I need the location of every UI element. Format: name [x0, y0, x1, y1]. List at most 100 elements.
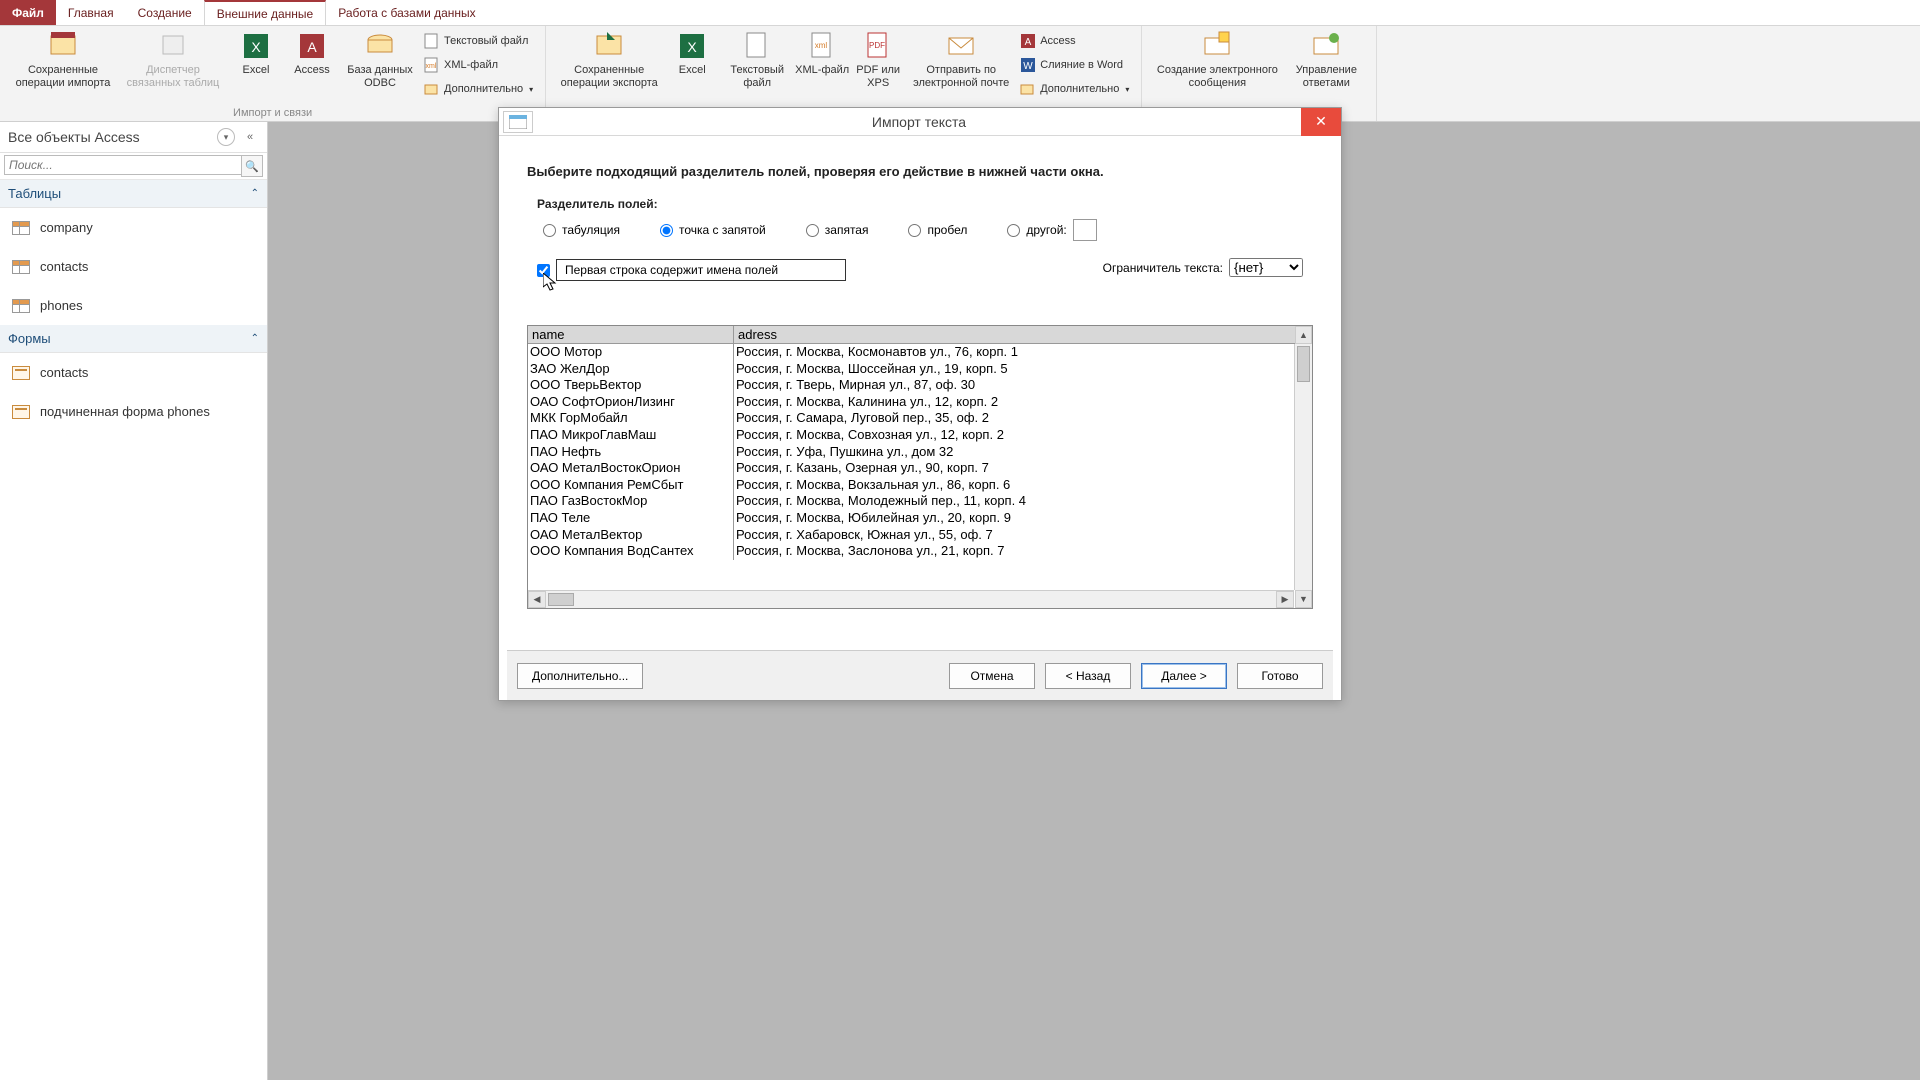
preview-row[interactable]: ПАО ГазВостокМорРоссия, г. Москва, Молод… [528, 493, 1312, 510]
close-button[interactable]: ✕ [1301, 108, 1341, 136]
label: Диспетчер связанных таблиц [118, 64, 228, 90]
import-more-button[interactable]: Дополнительно▾ [420, 78, 537, 100]
tab-home[interactable]: Главная [56, 0, 126, 25]
nav-header[interactable]: Все объекты Access ▾ « [0, 122, 267, 153]
saved-export-button[interactable]: Сохраненные операции экспорта [554, 30, 664, 90]
qualifier-select[interactable]: {нет} [1229, 258, 1303, 277]
nav-table-item[interactable]: phones [0, 286, 267, 325]
manage-replies-button[interactable]: Управление ответами [1284, 30, 1368, 90]
preview-row[interactable]: ОАО СофтОрионЛизингРоссия, г. Москва, Ка… [528, 394, 1312, 411]
form-icon [12, 405, 30, 419]
tab-create[interactable]: Создание [126, 0, 204, 25]
scroll-down-icon[interactable]: ▼ [1295, 590, 1312, 608]
create-email-msg-button[interactable]: Создание электронного сообщения [1150, 30, 1284, 90]
preview-row[interactable]: ЗАО ЖелДорРоссия, г. Москва, Шоссейная у… [528, 361, 1312, 378]
scroll-thumb[interactable] [548, 593, 574, 606]
radio-space[interactable]: пробел [908, 223, 967, 237]
cell-name: ООО Мотор [528, 344, 734, 361]
preview-grid[interactable]: name adress ООО МоторРоссия, г. Москва, … [527, 325, 1313, 609]
import-access-button[interactable]: A Access [284, 30, 340, 77]
more-icon [1020, 81, 1036, 97]
export-pdf-button[interactable]: PDF PDF или XPS [850, 30, 906, 90]
col-header-name[interactable]: name [528, 326, 734, 343]
cell-adress: Россия, г. Самара, Луговой пер., 35, оф.… [734, 410, 1312, 427]
search-icon[interactable]: 🔍 [241, 155, 263, 177]
back-button[interactable]: < Назад [1045, 663, 1131, 689]
export-more-button[interactable]: Дополнительно▾ [1016, 78, 1133, 100]
radio-semicolon[interactable]: точка с запятой [660, 223, 766, 237]
export-xml-button[interactable]: xml XML-файл [794, 30, 850, 77]
other-char-input[interactable] [1073, 219, 1097, 241]
scroll-track[interactable] [546, 591, 1276, 608]
cell-adress: Россия, г. Москва, Заслонова ул., 21, ко… [734, 543, 1312, 560]
chevron-down-icon[interactable]: ▾ [217, 128, 235, 146]
group-forms[interactable]: Формы⌃ [0, 325, 267, 353]
label: XML-файл [444, 59, 498, 71]
preview-row[interactable]: ООО МоторРоссия, г. Москва, Космонавтов … [528, 344, 1312, 361]
horizontal-scrollbar[interactable]: ◀ ▶ [528, 590, 1294, 608]
export-word-merge-button[interactable]: WСлияние в Word [1016, 54, 1133, 76]
radio-other[interactable]: другой: [1007, 219, 1096, 241]
preview-row[interactable]: ОАО МеталВекторРоссия, г. Хабаровск, Южн… [528, 527, 1312, 544]
label: Дополнительно [444, 83, 523, 95]
scroll-right-icon[interactable]: ▶ [1276, 591, 1294, 608]
vertical-scrollbar[interactable]: ▲ ▼ [1294, 344, 1312, 590]
svg-text:xml: xml [426, 63, 437, 70]
nav-table-item[interactable]: company [0, 208, 267, 247]
radio-tab[interactable]: табуляция [543, 223, 620, 237]
saved-import-button[interactable]: Сохраненные операции импорта [8, 30, 118, 90]
import-odbc-button[interactable]: База данных ODBC [340, 30, 420, 90]
import-text-button[interactable]: Текстовый файл [420, 30, 537, 52]
cell-name: ПАО Теле [528, 510, 734, 527]
nav-form-item[interactable]: подчиненная форма phones [0, 392, 267, 431]
preview-row[interactable]: ООО Компания ВодСантехРоссия, г. Москва,… [528, 543, 1312, 560]
group-tables[interactable]: Таблицы⌃ [0, 180, 267, 208]
preview-row[interactable]: ООО ТверьВекторРоссия, г. Тверь, Мирная … [528, 377, 1312, 394]
preview-row[interactable]: ПАО МикроГлавМашРоссия, г. Москва, Совхо… [528, 427, 1312, 444]
preview-row[interactable]: ПАО НефтьРоссия, г. Уфа, Пушкина ул., до… [528, 444, 1312, 461]
label: Слияние в Word [1040, 59, 1123, 71]
col-header-adress[interactable]: adress [734, 326, 1312, 343]
tab-database-tools[interactable]: Работа с базами данных [326, 0, 487, 25]
search-input[interactable] [4, 155, 242, 175]
preview-row[interactable]: МКК ГорМобайлРоссия, г. Самара, Луговой … [528, 410, 1312, 427]
preview-row[interactable]: ОАО МеталВостокОрионРоссия, г. Казань, О… [528, 460, 1312, 477]
scroll-thumb[interactable] [1297, 346, 1310, 382]
scroll-up-icon[interactable]: ▲ [1295, 326, 1312, 344]
tab-file[interactable]: Файл [0, 0, 56, 25]
finish-button[interactable]: Готово [1237, 663, 1323, 689]
import-text-wizard-dialog: Импорт текста ✕ Выберите подходящий разд… [498, 107, 1342, 701]
navigation-pane: Все объекты Access ▾ « 🔍 Таблицы⌃ compan… [0, 122, 268, 1080]
tab-external-data[interactable]: Внешние данные [204, 0, 327, 25]
label: phones [40, 298, 83, 313]
cancel-button[interactable]: Отмена [949, 663, 1035, 689]
cell-name: ООО ТверьВектор [528, 377, 734, 394]
label: точка с запятой [679, 223, 766, 237]
export-access-button[interactable]: AAccess [1016, 30, 1133, 52]
collapse-icon[interactable]: « [241, 128, 259, 146]
import-excel-button[interactable]: X Excel [228, 30, 284, 77]
cell-adress: Россия, г. Москва, Космонавтов ул., 76, … [734, 344, 1312, 361]
app-tabbar: Файл Главная Создание Внешние данные Раб… [0, 0, 1920, 26]
dialog-titlebar: Импорт текста ✕ [499, 108, 1341, 136]
export-excel-button[interactable]: X Excel [664, 30, 720, 77]
next-button[interactable]: Далее > [1141, 663, 1227, 689]
export-text-button[interactable]: Текстовый файл [720, 30, 794, 90]
chevron-up-icon: ⌃ [251, 333, 259, 344]
svg-text:xml: xml [815, 41, 828, 50]
nav-form-item[interactable]: contacts [0, 353, 267, 392]
scroll-left-icon[interactable]: ◀ [528, 591, 546, 608]
label: Текстовый файл [720, 64, 794, 90]
advanced-button[interactable]: Дополнительно... [517, 663, 643, 689]
text-qualifier-row: Ограничитель текста: {нет} [1103, 258, 1303, 277]
label: company [40, 220, 93, 235]
import-xml-button[interactable]: xml XML-файл [420, 54, 537, 76]
radio-comma[interactable]: запятая [806, 223, 869, 237]
nav-table-item[interactable]: contacts [0, 247, 267, 286]
preview-row[interactable]: ПАО ТелеРоссия, г. Москва, Юбилейная ул.… [528, 510, 1312, 527]
export-email-button[interactable]: Отправить по электронной почте [906, 30, 1016, 90]
label: contacts [40, 365, 88, 380]
cell-name: ПАО Нефть [528, 444, 734, 461]
preview-row[interactable]: ООО Компания РемСбытРоссия, г. Москва, В… [528, 477, 1312, 494]
label: Access [294, 64, 329, 77]
